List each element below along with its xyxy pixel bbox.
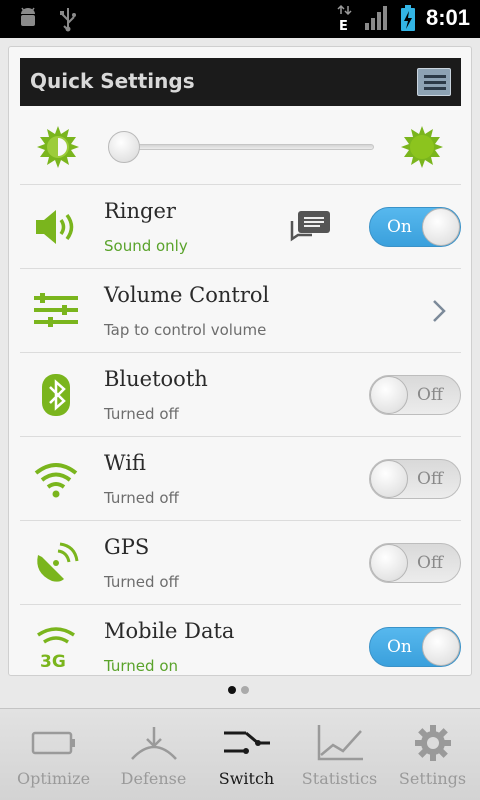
- gps-satellite-icon: [37, 542, 79, 582]
- brightness-slider-thumb[interactable]: [108, 131, 140, 163]
- wifi-toggle-label: Off: [416, 469, 443, 489]
- brightness-low-icon[interactable]: [36, 125, 80, 169]
- mobile-data-3g-icon: 3G: [37, 627, 75, 669]
- nav-optimize-label: Optimize: [16, 769, 91, 788]
- nav-settings-label: Settings: [398, 769, 467, 788]
- brightness-row: [20, 107, 461, 185]
- android-debug-icon: [21, 7, 35, 26]
- setting-row-mobile-data[interactable]: 3G Mobile Data Turned on On: [20, 605, 461, 675]
- brightness-high-icon[interactable]: [400, 125, 444, 169]
- ringer-title: Ringer: [104, 199, 176, 223]
- mobile-data-title: Mobile Data: [104, 619, 235, 643]
- page-dot-2[interactable]: [241, 686, 249, 694]
- battery-charging-icon: [400, 5, 415, 31]
- list-menu-icon[interactable]: [417, 68, 451, 96]
- setting-row-volume-control[interactable]: Volume Control Tap to control volume: [20, 269, 461, 353]
- bluetooth-toggle-label: Off: [416, 385, 443, 405]
- bluetooth-status: Turned off: [104, 405, 179, 423]
- nav-settings[interactable]: Settings: [386, 709, 479, 800]
- ringer-status: Sound only: [104, 237, 188, 255]
- setting-row-gps[interactable]: GPS Turned off Off: [20, 521, 461, 605]
- brightness-slider-track[interactable]: [118, 144, 374, 150]
- gps-toggle[interactable]: Off: [369, 543, 461, 583]
- chevron-right-icon[interactable]: [431, 299, 447, 323]
- network-type-label: E: [339, 19, 348, 32]
- nav-defense-label: Defense: [120, 769, 187, 788]
- page-dot-1[interactable]: [228, 686, 236, 694]
- volume-control-title: Volume Control: [104, 283, 270, 307]
- clock: 8:01: [425, 5, 470, 30]
- mobile-data-toggle[interactable]: On: [369, 627, 461, 667]
- quick-settings-title: Quick Settings: [30, 69, 195, 93]
- wifi-title: Wifi: [104, 451, 146, 475]
- wifi-status: Turned off: [104, 489, 179, 507]
- quick-settings-panel: Quick Settings Ringer Sound only On Volu…: [8, 46, 472, 676]
- page-indicator: [228, 686, 249, 694]
- nav-statistics[interactable]: Statistics: [293, 709, 386, 800]
- data-e-icon: E: [337, 4, 352, 32]
- wifi-toggle[interactable]: Off: [369, 459, 461, 499]
- mobile-data-status: Turned on: [104, 657, 179, 675]
- ringer-toggle[interactable]: On: [369, 207, 461, 247]
- quick-settings-header: Quick Settings: [20, 58, 461, 106]
- nav-optimize[interactable]: Optimize: [0, 709, 107, 800]
- gps-title: GPS: [104, 535, 150, 559]
- bluetooth-toggle[interactable]: Off: [369, 375, 461, 415]
- bluetooth-title: Bluetooth: [104, 367, 208, 391]
- toggle-knob: [370, 544, 408, 582]
- nav-switch[interactable]: Switch: [200, 709, 293, 800]
- setting-row-bluetooth[interactable]: Bluetooth Turned off Off: [20, 353, 461, 437]
- switch-icon: [223, 731, 270, 754]
- setting-row-ringer[interactable]: Ringer Sound only On: [20, 185, 461, 269]
- gear-icon: [414, 725, 451, 761]
- battery-outline-icon: [31, 731, 75, 755]
- gps-toggle-label: Off: [416, 553, 443, 573]
- defense-arrow-icon: [130, 727, 177, 760]
- toggle-knob: [370, 376, 408, 414]
- svg-text:3G: 3G: [40, 652, 66, 669]
- toggle-knob: [422, 208, 460, 246]
- status-bar: E 8:01: [0, 0, 480, 38]
- bluetooth-icon: [42, 374, 70, 416]
- nav-defense[interactable]: Defense: [107, 709, 200, 800]
- usb-icon: [60, 8, 76, 32]
- line-chart-icon: [317, 725, 363, 761]
- toggle-knob: [370, 460, 408, 498]
- toggle-knob: [422, 628, 460, 666]
- bottom-navigation: Optimize Defense Switch Statistics Setti…: [0, 708, 480, 800]
- message-icon[interactable]: [290, 207, 332, 245]
- equalizer-sliders-icon: [34, 293, 78, 327]
- setting-row-wifi[interactable]: Wifi Turned off Off: [20, 437, 461, 521]
- ringer-toggle-label: On: [387, 217, 412, 237]
- nav-statistics-label: Statistics: [301, 769, 378, 788]
- speaker-icon: [36, 210, 74, 244]
- volume-control-subtitle: Tap to control volume: [104, 321, 267, 339]
- signal-icon: [364, 6, 387, 30]
- nav-switch-label: Switch: [218, 769, 275, 788]
- gps-status: Turned off: [104, 573, 179, 591]
- wifi-icon: [34, 463, 78, 498]
- mobile-data-toggle-label: On: [387, 637, 412, 657]
